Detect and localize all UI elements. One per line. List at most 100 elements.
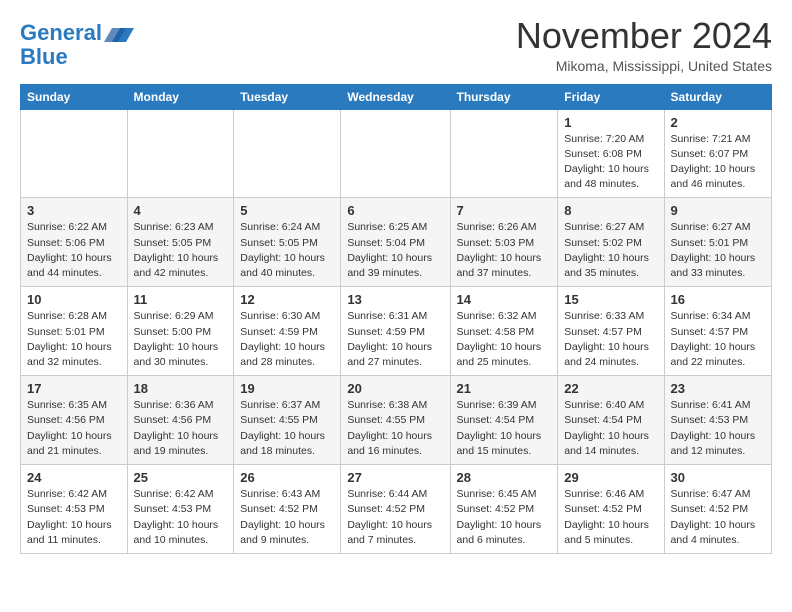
day-info: Sunrise: 6:46 AM Sunset: 4:52 PM Dayligh… [564, 487, 657, 548]
day-number: 13 [347, 292, 443, 307]
calendar-cell: 5 Sunrise: 6:24 AM Sunset: 5:05 PM Daylig… [234, 198, 341, 287]
calendar-cell: 8 Sunrise: 6:27 AM Sunset: 5:02 PM Daylig… [558, 198, 664, 287]
calendar-cell: 3 Sunrise: 6:22 AM Sunset: 5:06 PM Daylig… [21, 198, 128, 287]
week-row-3: 10Sunrise: 6:28 AM Sunset: 5:01 PM Dayli… [21, 287, 772, 376]
day-info: Sunrise: 6:38 AM Sunset: 4:55 PM Dayligh… [347, 398, 443, 459]
calendar-cell [234, 109, 341, 198]
calendar-cell: 23 Sunrise: 6:41 AM Sunset: 4:53 PM Dayli… [664, 376, 771, 465]
day-number: 19 [240, 381, 334, 396]
day-info: Sunrise: 6:24 AM Sunset: 5:05 PM Dayligh… [240, 220, 334, 281]
title-area: November 2024 Mikoma, Mississippi, Unite… [516, 16, 772, 74]
day-info: Sunrise: 6:25 AM Sunset: 5:04 PM Dayligh… [347, 220, 443, 281]
weekday-header-sunday: Sunday [21, 84, 128, 109]
calendar-cell: 16Sunrise: 6:34 AM Sunset: 4:57 PM Dayli… [664, 287, 771, 376]
day-number: 2 [671, 115, 765, 130]
day-number: 17 [27, 381, 121, 396]
calendar-cell: 14Sunrise: 6:32 AM Sunset: 4:58 PM Dayli… [450, 287, 558, 376]
calendar-cell: 15 Sunrise: 6:33 AM Sunset: 4:57 PM Dayli… [558, 287, 664, 376]
logo: General Blue [20, 20, 134, 68]
week-row-5: 24 Sunrise: 6:42 AM Sunset: 4:53 PM Dayli… [21, 465, 772, 554]
day-number: 20 [347, 381, 443, 396]
calendar-cell: 6 Sunrise: 6:25 AM Sunset: 5:04 PM Daylig… [341, 198, 450, 287]
week-row-1: 1 Sunrise: 7:20 AM Sunset: 6:08 PM Daylig… [21, 109, 772, 198]
day-info: Sunrise: 6:39 AM Sunset: 4:54 PM Dayligh… [457, 398, 552, 459]
day-info: Sunrise: 6:42 AM Sunset: 4:53 PM Dayligh… [27, 487, 121, 548]
day-info: Sunrise: 6:37 AM Sunset: 4:55 PM Dayligh… [240, 398, 334, 459]
calendar-cell: 20 Sunrise: 6:38 AM Sunset: 4:55 PM Dayli… [341, 376, 450, 465]
day-info: Sunrise: 6:33 AM Sunset: 4:57 PM Dayligh… [564, 309, 657, 370]
day-info: Sunrise: 6:27 AM Sunset: 5:02 PM Dayligh… [564, 220, 657, 281]
day-info: Sunrise: 7:20 AM Sunset: 6:08 PM Dayligh… [564, 132, 657, 193]
logo-text: General [20, 22, 102, 44]
day-info: Sunrise: 6:22 AM Sunset: 5:06 PM Dayligh… [27, 220, 121, 281]
weekday-header-tuesday: Tuesday [234, 84, 341, 109]
day-number: 29 [564, 470, 657, 485]
calendar-cell: 21 Sunrise: 6:39 AM Sunset: 4:54 PM Dayli… [450, 376, 558, 465]
day-number: 15 [564, 292, 657, 307]
day-info: Sunrise: 6:26 AM Sunset: 5:03 PM Dayligh… [457, 220, 552, 281]
calendar-cell: 19 Sunrise: 6:37 AM Sunset: 4:55 PM Dayli… [234, 376, 341, 465]
calendar-cell: 25Sunrise: 6:42 AM Sunset: 4:53 PM Dayli… [127, 465, 234, 554]
day-info: Sunrise: 7:21 AM Sunset: 6:07 PM Dayligh… [671, 132, 765, 193]
day-info: Sunrise: 6:41 AM Sunset: 4:53 PM Dayligh… [671, 398, 765, 459]
day-info: Sunrise: 6:23 AM Sunset: 5:05 PM Dayligh… [134, 220, 228, 281]
day-number: 7 [457, 203, 552, 218]
logo-blue: Blue [20, 46, 134, 68]
day-number: 22 [564, 381, 657, 396]
week-row-2: 3 Sunrise: 6:22 AM Sunset: 5:06 PM Daylig… [21, 198, 772, 287]
calendar-cell: 12 Sunrise: 6:30 AM Sunset: 4:59 PM Dayli… [234, 287, 341, 376]
day-info: Sunrise: 6:45 AM Sunset: 4:52 PM Dayligh… [457, 487, 552, 548]
calendar-table: SundayMondayTuesdayWednesdayThursdayFrid… [20, 84, 772, 554]
weekday-header-thursday: Thursday [450, 84, 558, 109]
day-info: Sunrise: 6:35 AM Sunset: 4:56 PM Dayligh… [27, 398, 121, 459]
weekday-header-wednesday: Wednesday [341, 84, 450, 109]
day-number: 24 [27, 470, 121, 485]
calendar-cell: 24 Sunrise: 6:42 AM Sunset: 4:53 PM Dayli… [21, 465, 128, 554]
page: General Blue November 2024 Mikoma, Missi… [0, 0, 792, 564]
day-info: Sunrise: 6:30 AM Sunset: 4:59 PM Dayligh… [240, 309, 334, 370]
month-title: November 2024 [516, 16, 772, 56]
day-number: 16 [671, 292, 765, 307]
day-number: 10 [27, 292, 121, 307]
calendar-cell: 18Sunrise: 6:36 AM Sunset: 4:56 PM Dayli… [127, 376, 234, 465]
day-number: 14 [457, 292, 552, 307]
day-number: 6 [347, 203, 443, 218]
weekday-header-monday: Monday [127, 84, 234, 109]
logo-icon [104, 22, 134, 46]
header: General Blue November 2024 Mikoma, Missi… [20, 16, 772, 74]
calendar-cell [21, 109, 128, 198]
calendar-cell: 30 Sunrise: 6:47 AM Sunset: 4:52 PM Dayli… [664, 465, 771, 554]
calendar-cell [341, 109, 450, 198]
calendar-cell: 28 Sunrise: 6:45 AM Sunset: 4:52 PM Dayli… [450, 465, 558, 554]
day-info: Sunrise: 6:43 AM Sunset: 4:52 PM Dayligh… [240, 487, 334, 548]
day-info: Sunrise: 6:47 AM Sunset: 4:52 PM Dayligh… [671, 487, 765, 548]
day-info: Sunrise: 6:31 AM Sunset: 4:59 PM Dayligh… [347, 309, 443, 370]
calendar-cell: 11Sunrise: 6:29 AM Sunset: 5:00 PM Dayli… [127, 287, 234, 376]
day-number: 3 [27, 203, 121, 218]
day-number: 21 [457, 381, 552, 396]
day-number: 26 [240, 470, 334, 485]
day-number: 23 [671, 381, 765, 396]
day-info: Sunrise: 6:36 AM Sunset: 4:56 PM Dayligh… [134, 398, 228, 459]
day-number: 4 [134, 203, 228, 218]
calendar-cell: 2 Sunrise: 7:21 AM Sunset: 6:07 PM Daylig… [664, 109, 771, 198]
calendar-cell: 10Sunrise: 6:28 AM Sunset: 5:01 PM Dayli… [21, 287, 128, 376]
day-number: 1 [564, 115, 657, 130]
day-info: Sunrise: 6:42 AM Sunset: 4:53 PM Dayligh… [134, 487, 228, 548]
calendar-cell: 13 Sunrise: 6:31 AM Sunset: 4:59 PM Dayli… [341, 287, 450, 376]
calendar-cell [450, 109, 558, 198]
calendar-cell: 17 Sunrise: 6:35 AM Sunset: 4:56 PM Dayli… [21, 376, 128, 465]
day-info: Sunrise: 6:44 AM Sunset: 4:52 PM Dayligh… [347, 487, 443, 548]
calendar-cell: 29 Sunrise: 6:46 AM Sunset: 4:52 PM Dayli… [558, 465, 664, 554]
day-number: 28 [457, 470, 552, 485]
weekday-header-friday: Friday [558, 84, 664, 109]
day-number: 8 [564, 203, 657, 218]
calendar-cell: 9Sunrise: 6:27 AM Sunset: 5:01 PM Daylig… [664, 198, 771, 287]
day-number: 5 [240, 203, 334, 218]
calendar-cell [127, 109, 234, 198]
day-number: 30 [671, 470, 765, 485]
day-number: 12 [240, 292, 334, 307]
calendar-cell: 7 Sunrise: 6:26 AM Sunset: 5:03 PM Daylig… [450, 198, 558, 287]
calendar-cell: 26 Sunrise: 6:43 AM Sunset: 4:52 PM Dayli… [234, 465, 341, 554]
calendar-cell: 27Sunrise: 6:44 AM Sunset: 4:52 PM Dayli… [341, 465, 450, 554]
